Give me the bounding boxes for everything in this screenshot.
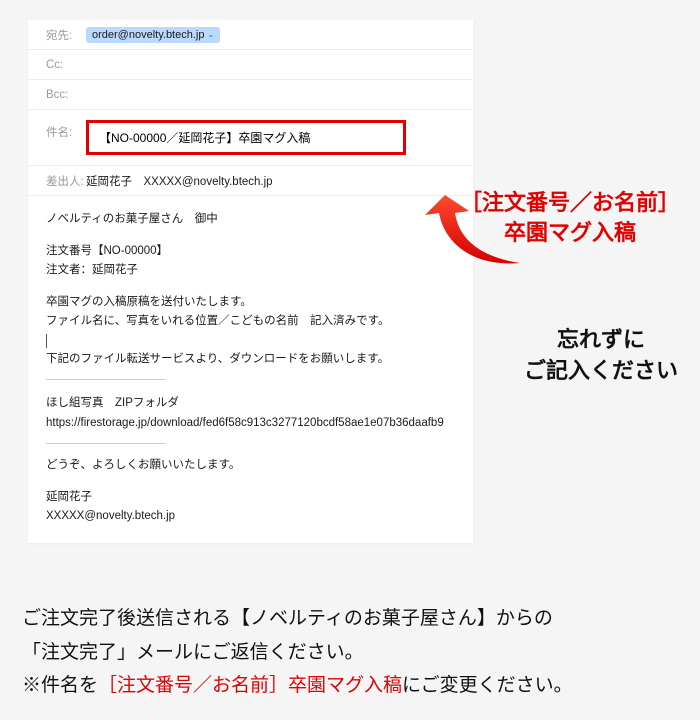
cc-label: Cc: [46, 59, 86, 71]
subject-highlight-box: 【NO-00000／延岡花子】卒園マグ入稿 [86, 120, 406, 155]
bcc-label: Bcc: [46, 89, 86, 101]
callout-reminder: 忘れずに ご記入ください [524, 325, 678, 387]
subject-value[interactable]: 【NO-00000／延岡花子】卒園マグ入稿 [99, 131, 310, 145]
footer-line3b: ［注文番号／お名前］卒園マグ入稿 [98, 675, 402, 696]
to-chip[interactable]: order@novelty.btech.jp ⌄ [86, 27, 220, 43]
text-cursor [46, 334, 455, 348]
subject-label: 件名: [46, 118, 86, 140]
zip-url: https://firestorage.jp/download/fed6f58c… [46, 414, 455, 434]
body-line3: 下記のファイル転送サービスより、ダウンロードをお願いします。 [46, 350, 455, 370]
sign-email: XXXXX@novelty.btech.jp [46, 507, 455, 527]
divider [46, 379, 166, 380]
from-value: 延岡花子 XXXXX@novelty.btech.jp [86, 173, 273, 189]
footer-line3: ※件名を［注文番号／お名前］卒園マグ入稿にご変更ください。 [22, 669, 678, 702]
footer-line3c: にご変更ください。 [402, 675, 573, 696]
greeting: ノベルティのお菓子屋さん 御中 [46, 210, 455, 230]
from-label: 差出人: [46, 173, 86, 189]
subject-row: 件名: 【NO-00000／延岡花子】卒園マグ入稿 [28, 110, 473, 166]
footer-line1: ご注文完了後送信される【ノベルティのお菓子屋さん】からの [22, 602, 678, 635]
callout1-line1: ［注文番号／お名前］ [460, 188, 680, 218]
footer-instructions: ご注文完了後送信される【ノベルティのお菓子屋さん】からの 「注文完了」メールにご… [22, 602, 678, 702]
email-compose-window: 宛先: order@novelty.btech.jp ⌄ Cc: Bcc: 件名… [28, 20, 473, 543]
sign-name: 延岡花子 [46, 488, 455, 508]
closing: どうぞ、よろしくお願いいたします。 [46, 456, 455, 476]
bcc-row[interactable]: Bcc: [28, 80, 473, 110]
to-value: order@novelty.btech.jp [92, 29, 204, 41]
cc-row[interactable]: Cc: [28, 50, 473, 80]
body-line2: ファイル名に、写真をいれる位置／こどもの名前 記入済みです。 [46, 312, 455, 332]
body-line1: 卒園マグの入稿原稿を送付いたします。 [46, 293, 455, 313]
callout-subject-format: ［注文番号／お名前］ 卒園マグ入稿 [460, 188, 680, 247]
from-row: 差出人: 延岡花子 XXXXX@novelty.btech.jp [28, 166, 473, 196]
chevron-down-icon: ⌄ [207, 30, 214, 39]
to-row: 宛先: order@novelty.btech.jp ⌄ [28, 20, 473, 50]
order-number: 注文番号【NO-00000】 [46, 242, 455, 262]
email-body[interactable]: ノベルティのお菓子屋さん 御中 注文番号【NO-00000】 注文者：延岡花子 … [28, 196, 473, 531]
footer-line3a: ※件名を [22, 675, 98, 696]
footer-line2: 「注文完了」メールにご返信ください。 [22, 636, 678, 669]
callout1-line2: 卒園マグ入稿 [460, 218, 680, 248]
to-label: 宛先: [46, 27, 86, 43]
callout2-line2: ご記入ください [524, 356, 678, 387]
orderer: 注文者：延岡花子 [46, 261, 455, 281]
callout2-line1: 忘れずに [524, 325, 678, 356]
zip-label: ほし組写真 ZIPフォルダ [46, 394, 455, 414]
divider [46, 443, 166, 444]
